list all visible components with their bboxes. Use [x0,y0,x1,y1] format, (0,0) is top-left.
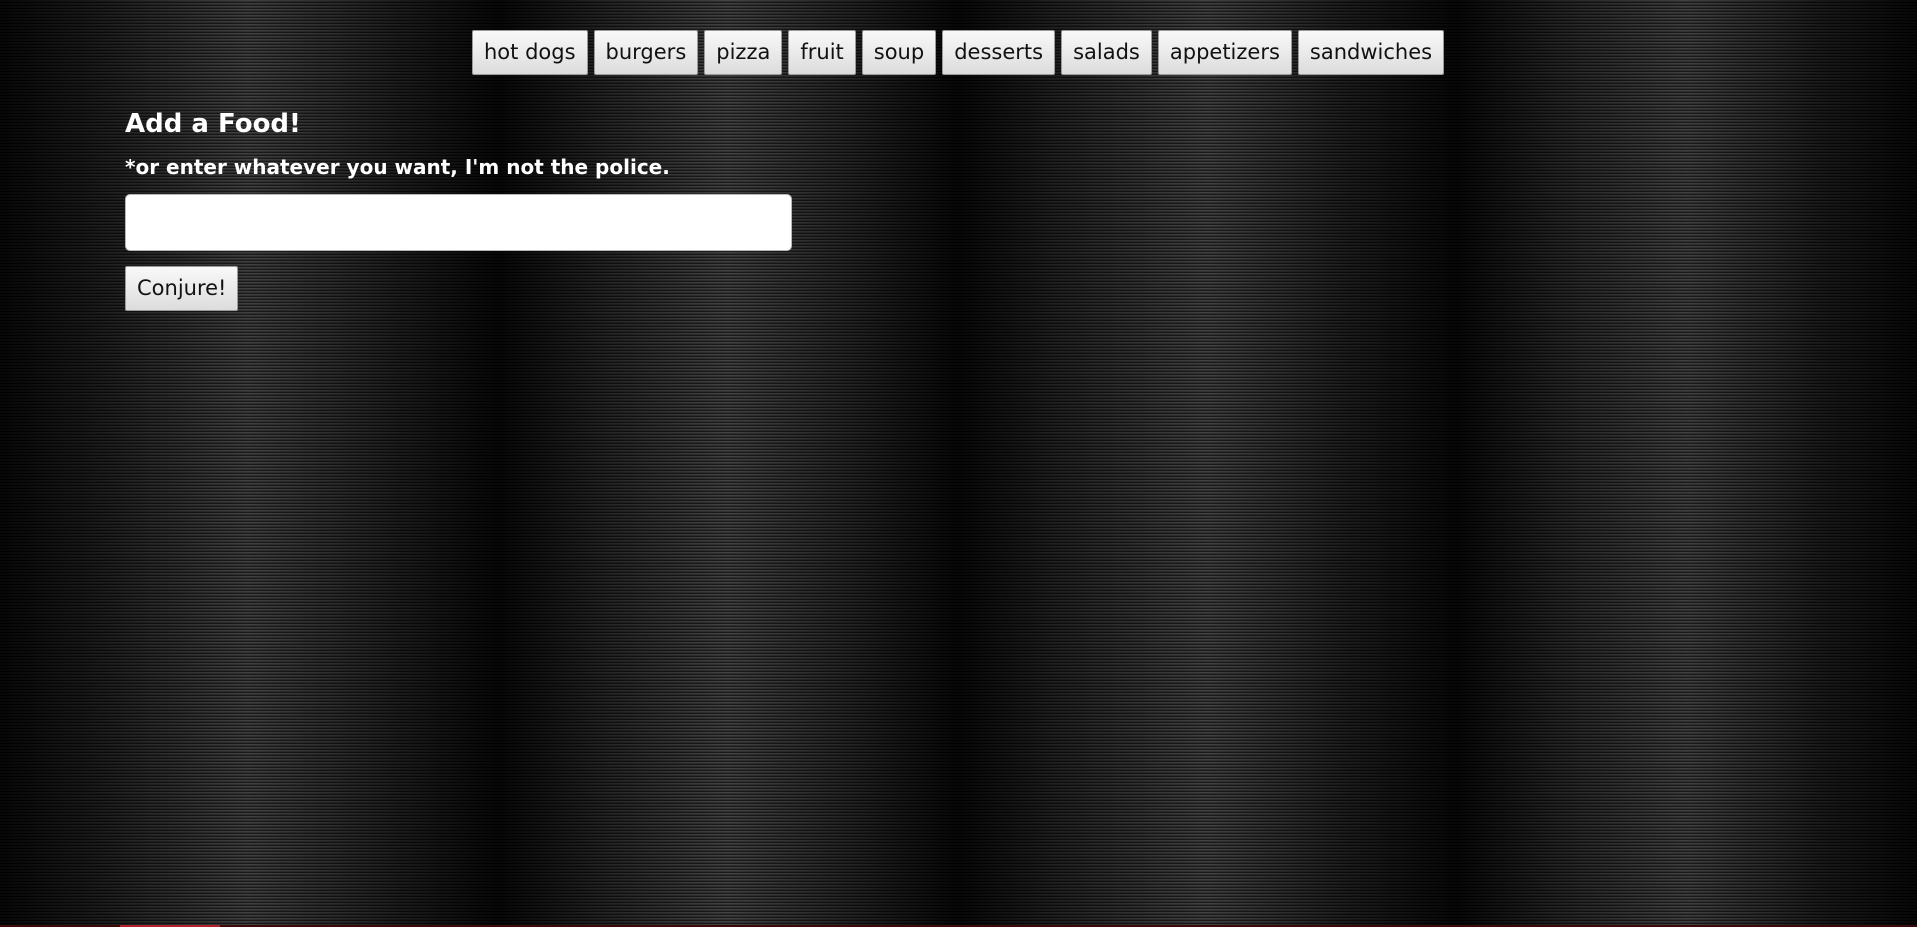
topic-button-pizza[interactable]: pizza [704,30,783,75]
topic-button-burgers[interactable]: burgers [593,30,699,75]
topic-button-soup[interactable]: soup [861,30,937,75]
topic-button-sandwiches[interactable]: sandwiches [1297,30,1445,75]
topic-button-hot-dogs[interactable]: hot dogs [472,30,588,75]
conjure-button[interactable]: Conjure! [125,266,239,311]
form-title: Add a Food! [125,109,301,139]
topic-button-appetizers[interactable]: appetizers [1157,30,1292,75]
topic-button-bar: hot dogs burgers pizza fruit soup desser… [472,30,1445,75]
form-subtitle: *or enter whatever you want, I'm not the… [125,155,670,179]
add-food-form: Add a Food! *or enter whatever you want,… [125,106,792,311]
topic-button-fruit[interactable]: fruit [788,30,856,75]
food-input[interactable] [125,194,792,251]
topic-button-desserts[interactable]: desserts [942,30,1056,75]
topic-button-salads[interactable]: salads [1061,30,1152,75]
